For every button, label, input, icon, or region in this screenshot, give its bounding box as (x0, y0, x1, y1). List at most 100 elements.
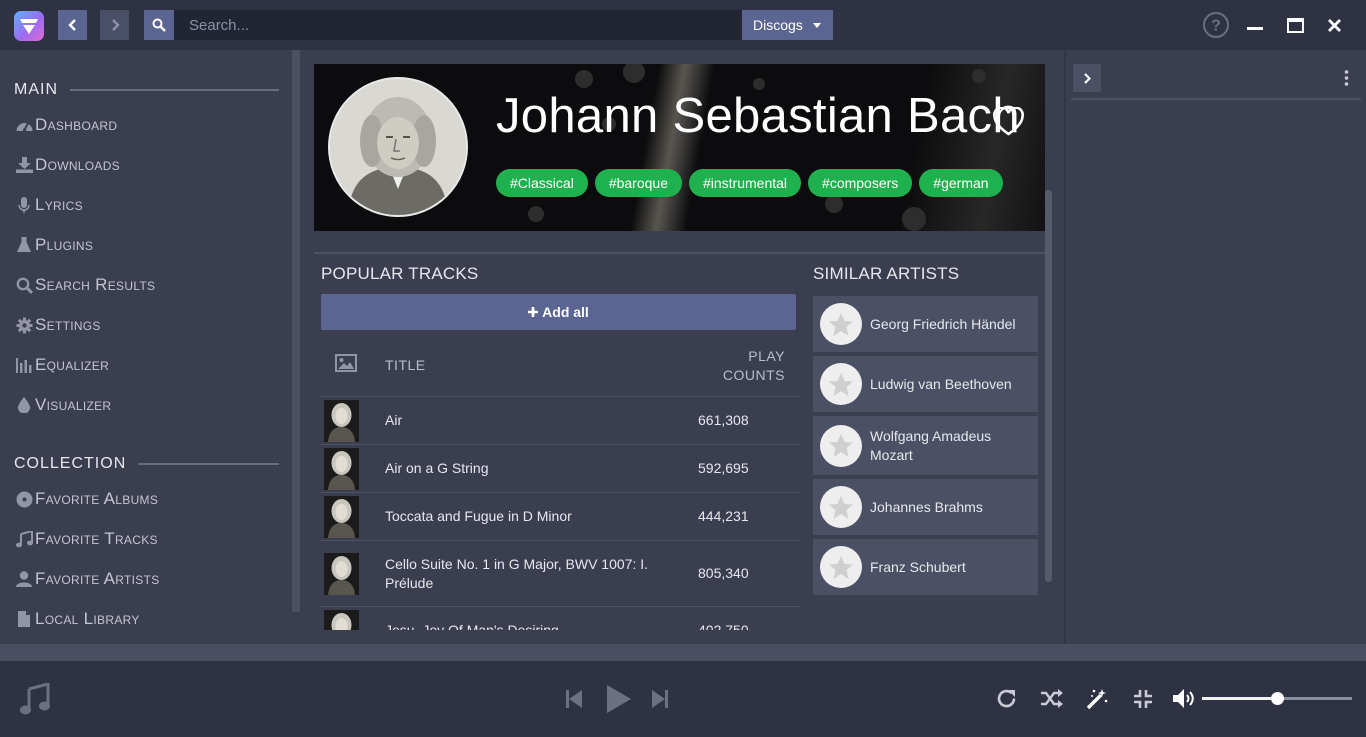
track-play-count: 661,308 (698, 412, 749, 428)
disc-icon (14, 490, 34, 508)
sidebar-item-favorite-tracks[interactable]: Favorite Tracks (14, 527, 284, 551)
sidebar-item-visualizer[interactable]: Visualizer (14, 393, 284, 417)
tag-german[interactable]: #german (919, 169, 1003, 197)
maximize-button[interactable] (1287, 18, 1304, 33)
close-button[interactable] (1328, 19, 1341, 32)
track-thumbnail (324, 400, 359, 442)
kebab-menu-icon (1344, 70, 1349, 86)
search-button[interactable] (144, 10, 174, 40)
mini-player-button[interactable] (1133, 689, 1153, 709)
seek-bar[interactable] (0, 644, 1366, 661)
svg-text:?: ? (1211, 18, 1221, 35)
sidebar-item-label: Favorite Tracks (35, 529, 158, 548)
sidebar-item-favorite-albums[interactable]: Favorite Albums (14, 487, 284, 511)
microphone-icon (14, 196, 34, 214)
similar-artist-item[interactable]: Wolfgang Amadeus Mozart (813, 416, 1038, 475)
cover-placeholder (20, 683, 50, 715)
sidebar-item-dashboard[interactable]: Dashboard (14, 113, 284, 137)
column-header-title[interactable]: TITLE (385, 357, 426, 373)
repeat-button[interactable] (996, 688, 1017, 709)
track-thumbnail (324, 448, 359, 490)
similar-artist-item[interactable]: Johannes Brahms (813, 479, 1038, 535)
sidebar-item-plugins[interactable]: Plugins (14, 233, 284, 257)
volume-slider-fill (1202, 697, 1277, 700)
sidebar-item-label: Downloads (35, 155, 120, 174)
popular-tracks-table: TITLE PLAY COUNTS Air 661,308 Air on a G… (321, 340, 799, 630)
track-thumbnail (324, 496, 359, 538)
artist-avatar (328, 77, 468, 217)
image-icon (335, 354, 357, 372)
table-row[interactable]: Air on a G String 592,695 (321, 445, 799, 493)
panel-menu-button[interactable] (1344, 70, 1349, 86)
search-input[interactable] (174, 10, 742, 40)
track-play-count: 805,340 (698, 565, 749, 581)
favorite-artist-button[interactable] (992, 107, 1025, 137)
track-play-count: 444,231 (698, 508, 749, 524)
tag-baroque[interactable]: #baroque (594, 169, 682, 197)
minimize-button[interactable] (1247, 27, 1263, 31)
sidebar-item-settings[interactable]: Settings (14, 313, 284, 337)
sidebar-item-local-library[interactable]: Local Library (14, 607, 284, 631)
shuffle-icon (1041, 689, 1063, 708)
sidebar-item-lyrics[interactable]: Lyrics (14, 193, 284, 217)
collection-heading-text: COLLECTION (14, 455, 127, 472)
track-title: Air on a G String (385, 460, 489, 476)
caret-down-icon (813, 23, 821, 28)
next-button[interactable] (652, 689, 668, 709)
sidebar-item-label: Favorite Albums (35, 489, 159, 508)
track-title: Cello Suite No. 1 in G Major, BWV 1007: … (385, 556, 649, 591)
sidebar-item-favorite-artists[interactable]: Favorite Artists (14, 567, 284, 591)
add-all-button[interactable]: Add all (321, 294, 796, 330)
similar-artist-item[interactable]: Ludwig van Beethoven (813, 356, 1038, 412)
similar-artists-title: SIMILAR ARTISTS (813, 264, 960, 283)
forward-button[interactable] (100, 10, 129, 40)
gear-icon (14, 316, 34, 334)
table-row[interactable]: Air 661,308 (321, 397, 799, 445)
collapse-panel-button[interactable] (1073, 64, 1101, 92)
section-divider (314, 252, 1045, 254)
table-row[interactable]: Toccata and Fugue in D Minor 444,231 (321, 493, 799, 541)
sidebar-item-label: Dashboard (35, 115, 118, 134)
skip-back-icon (566, 690, 582, 708)
mute-button[interactable] (1172, 688, 1198, 709)
main-scrollbar[interactable] (1045, 190, 1052, 582)
similar-artist-item[interactable]: Franz Schubert (813, 539, 1038, 595)
sidebar-item-label: Settings (35, 315, 101, 334)
search-provider-dropdown[interactable]: Discogs (742, 10, 833, 40)
sidebar-item-label: Plugins (35, 235, 94, 254)
tag-instrumental[interactable]: #instrumental (688, 169, 802, 197)
table-row[interactable]: Jesu, Joy Of Man's Desiring 402,750 (321, 607, 799, 630)
flask-icon (14, 236, 34, 254)
sidebar-item-label: Lyrics (35, 195, 83, 214)
collection-section-heading: COLLECTION (14, 455, 279, 473)
similar-artist-name: Wolfgang Amadeus Mozart (870, 427, 992, 463)
sidebar-scrollbar[interactable] (292, 50, 300, 612)
play-button[interactable] (606, 684, 632, 714)
shuffle-button[interactable] (1040, 689, 1063, 708)
help-button[interactable]: ? (1202, 11, 1230, 39)
track-thumbnail (324, 553, 359, 595)
autoradio-button[interactable] (1086, 688, 1108, 710)
back-button[interactable] (58, 10, 87, 40)
app-logo (14, 11, 44, 41)
sidebar-item-search-results[interactable]: Search Results (14, 273, 284, 297)
sidebar-item-equalizer[interactable]: Equalizer (14, 353, 284, 377)
music-note-icon (20, 683, 50, 715)
sidebar-item-downloads[interactable]: Downloads (14, 153, 284, 177)
similar-artist-item[interactable]: Georg Friedrich Händel (813, 296, 1038, 352)
artist-tags: #Classical #baroque #instrumental #compo… (496, 169, 1003, 197)
column-header-play-counts[interactable]: PLAY COUNTS (705, 347, 785, 385)
volume-slider-handle[interactable] (1271, 692, 1284, 705)
maximize-icon (1287, 18, 1304, 33)
droplet-icon (14, 396, 34, 414)
table-row[interactable]: Cello Suite No. 1 in G Major, BWV 1007: … (321, 541, 799, 607)
previous-button[interactable] (566, 689, 582, 709)
close-icon (1328, 19, 1341, 32)
panel-divider (1071, 98, 1361, 100)
similar-artist-name: Johannes Brahms (870, 498, 983, 515)
tag-composers[interactable]: #composers (808, 169, 913, 197)
track-thumbnail (324, 610, 359, 630)
tag-classical[interactable]: #Classical (496, 169, 588, 197)
artist-placeholder-icon (820, 546, 862, 588)
queue-panel (1064, 50, 1366, 644)
